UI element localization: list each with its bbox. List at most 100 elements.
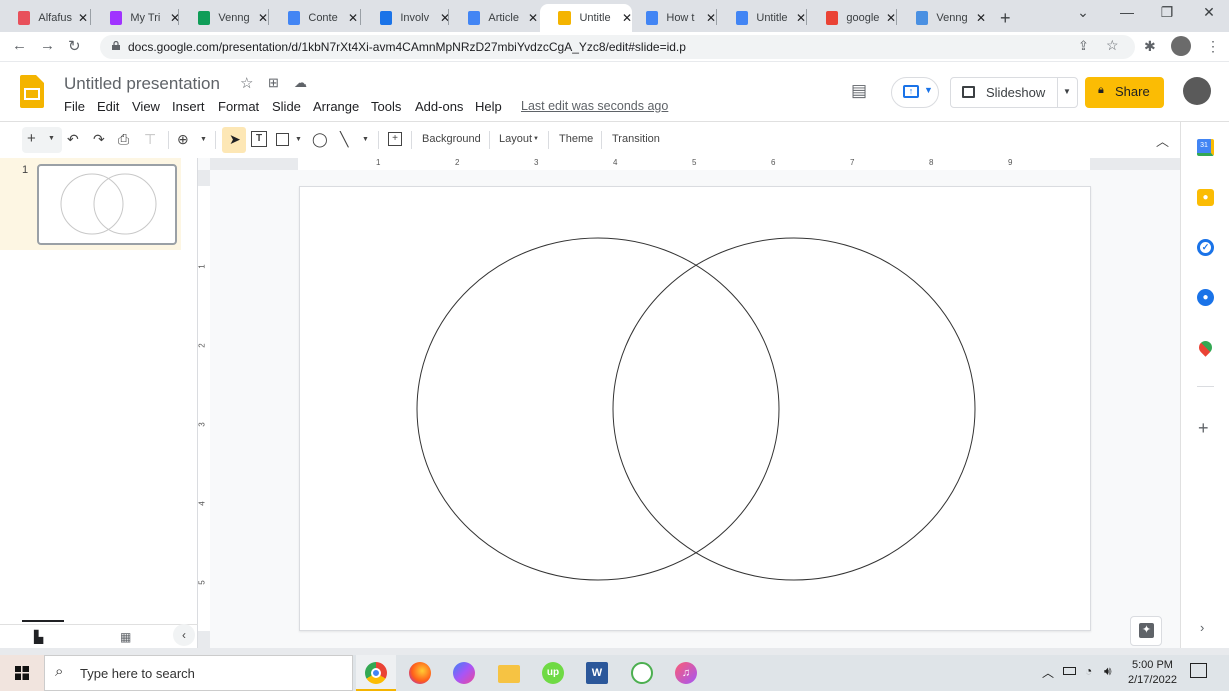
transition-button[interactable]: Transition: [612, 133, 660, 145]
browser-tab[interactable]: Venng ✕: [898, 4, 986, 32]
menu-arrange[interactable]: Arrange: [313, 99, 359, 114]
browser-tab[interactable]: My Tri ✕: [92, 4, 180, 32]
firefox-icon[interactable]: [409, 662, 431, 684]
google-slides-logo[interactable]: [20, 75, 44, 108]
battery-icon[interactable]: [1063, 667, 1076, 675]
wifi-icon[interactable]: ◔: [1085, 664, 1092, 678]
browser-tab[interactable]: Venng ✕: [180, 4, 268, 32]
vertical-ruler[interactable]: 1 2 3 4 5: [198, 170, 210, 648]
upwork-icon[interactable]: up: [542, 662, 564, 684]
browser-tab[interactable]: google ✕: [808, 4, 896, 32]
menu-view[interactable]: View: [132, 99, 160, 114]
keep-icon[interactable]: ●: [1197, 189, 1214, 206]
close-window-button[interactable]: ✕: [1194, 4, 1224, 21]
timer-app-icon[interactable]: [631, 662, 653, 684]
menu-slide[interactable]: Slide: [272, 99, 301, 114]
line-dropdown-icon[interactable]: ▼: [362, 136, 369, 143]
background-button[interactable]: Background: [422, 133, 481, 145]
new-tab-button[interactable]: +: [990, 4, 1011, 32]
tab-search-icon[interactable]: ⌄: [1068, 4, 1098, 21]
menu-help[interactable]: Help: [475, 99, 502, 114]
presentation-title[interactable]: Untitled presentation: [64, 74, 220, 94]
hide-filmstrip-button[interactable]: ‹: [173, 624, 195, 646]
browser-tab[interactable]: Untitle ✕: [718, 4, 806, 32]
close-tab-icon[interactable]: ✕: [348, 11, 358, 25]
close-tab-icon[interactable]: ✕: [976, 11, 986, 25]
filmstrip-view-icon[interactable]: ▙: [34, 630, 43, 644]
slide-thumbnail[interactable]: [37, 164, 177, 245]
close-tab-icon[interactable]: ✕: [78, 11, 88, 25]
star-icon[interactable]: ☆: [240, 74, 253, 92]
extensions-icon[interactable]: ✱: [1144, 38, 1156, 55]
menu-insert[interactable]: Insert: [172, 99, 205, 114]
omnibox[interactable]: docs.google.com/presentation/d/1kbN7rXt4…: [100, 35, 1135, 59]
layout-dropdown-icon[interactable]: ▼: [533, 136, 539, 142]
close-tab-icon[interactable]: ✕: [528, 11, 538, 25]
start-button[interactable]: [0, 655, 44, 691]
browser-tab[interactable]: Conte ✕: [270, 4, 358, 32]
close-tab-icon[interactable]: ✕: [796, 11, 806, 25]
slide[interactable]: [299, 186, 1091, 631]
word-icon[interactable]: W: [586, 662, 608, 684]
slideshow-button[interactable]: Slideshow: [951, 78, 1057, 107]
add-comment-icon[interactable]: +: [388, 132, 402, 146]
collapse-toolbar-icon[interactable]: ︿: [1156, 131, 1169, 150]
browser-tab[interactable]: Article ✕: [450, 4, 538, 32]
contacts-icon[interactable]: ●: [1197, 289, 1214, 306]
forward-icon[interactable]: →: [40, 37, 55, 54]
zoom-icon[interactable]: ⊕: [177, 131, 189, 148]
image-dropdown-icon[interactable]: ▼: [295, 136, 302, 143]
minimize-button[interactable]: —: [1112, 4, 1142, 20]
restore-button[interactable]: ❐: [1152, 4, 1182, 21]
share-page-icon[interactable]: ⇪: [1078, 38, 1089, 54]
text-box-icon[interactable]: T: [251, 131, 267, 147]
browser-tab[interactable]: Involv ✕: [362, 4, 450, 32]
system-clock[interactable]: 5:00 PM 2/17/2022: [1128, 658, 1177, 688]
zoom-dropdown-icon[interactable]: ▼: [200, 136, 207, 143]
maps-icon[interactable]: [1196, 338, 1215, 357]
calendar-icon[interactable]: 31: [1197, 139, 1214, 156]
move-folder-icon[interactable]: ⊞: [268, 75, 279, 91]
notifications-icon[interactable]: [1190, 663, 1207, 678]
account-avatar[interactable]: [1183, 77, 1211, 105]
messenger-icon[interactable]: [453, 662, 475, 684]
show-side-panel-icon[interactable]: ›: [1200, 620, 1204, 635]
layout-button[interactable]: Layout: [499, 133, 532, 145]
grid-view-icon[interactable]: ▦: [120, 630, 131, 644]
browser-tab[interactable]: Alfafus ✕: [0, 4, 88, 32]
share-button[interactable]: 🔒︎ Share: [1085, 77, 1164, 108]
close-tab-icon[interactable]: ✕: [258, 11, 268, 25]
close-tab-icon[interactable]: ✕: [706, 11, 716, 25]
get-add-ons-icon[interactable]: +: [1198, 418, 1209, 439]
volume-icon[interactable]: 🔊︎: [1104, 664, 1112, 679]
last-edit-link[interactable]: Last edit was seconds ago: [521, 99, 668, 113]
browser-tab[interactable]: How t ✕: [628, 4, 716, 32]
menu-tools[interactable]: Tools: [371, 99, 401, 114]
explore-button[interactable]: ✦: [1130, 616, 1162, 646]
show-hidden-icons[interactable]: ︿: [1042, 664, 1054, 681]
chrome-icon[interactable]: [365, 662, 387, 684]
close-tab-icon[interactable]: ✕: [886, 11, 896, 25]
back-icon[interactable]: ←: [12, 37, 27, 54]
present-to-meeting-button[interactable]: ↑ ▼: [891, 77, 939, 108]
tasks-icon[interactable]: ✓: [1197, 239, 1214, 256]
line-icon[interactable]: ╲: [340, 131, 348, 148]
profile-avatar[interactable]: [1171, 36, 1191, 56]
slideshow-options-dropdown[interactable]: ▼: [1063, 87, 1071, 96]
browser-menu-icon[interactable]: ⋮: [1206, 38, 1220, 55]
url-text[interactable]: docs.google.com/presentation/d/1kbN7rXt4…: [128, 40, 686, 54]
bookmark-star-icon[interactable]: ☆: [1106, 37, 1119, 54]
new-slide-button[interactable]: + ▼: [22, 127, 62, 153]
menu-format[interactable]: Format: [218, 99, 259, 114]
menu-edit[interactable]: Edit: [97, 99, 119, 114]
menu-add-ons[interactable]: Add-ons: [415, 99, 463, 114]
print-icon[interactable]: ⎙: [118, 131, 129, 148]
slide-thumbnail-selected[interactable]: 1: [0, 158, 181, 250]
menu-file[interactable]: File: [64, 99, 85, 114]
taskbar-search-box[interactable]: ⌕ Type here to search: [44, 655, 353, 691]
itunes-icon[interactable]: ♫: [675, 662, 697, 684]
undo-icon[interactable]: ↶: [67, 131, 79, 148]
image-icon[interactable]: [276, 133, 289, 146]
horizontal-ruler[interactable]: 1 2 3 4 5 6 7 8 9: [210, 158, 1180, 170]
reload-icon[interactable]: ↻: [68, 37, 81, 55]
